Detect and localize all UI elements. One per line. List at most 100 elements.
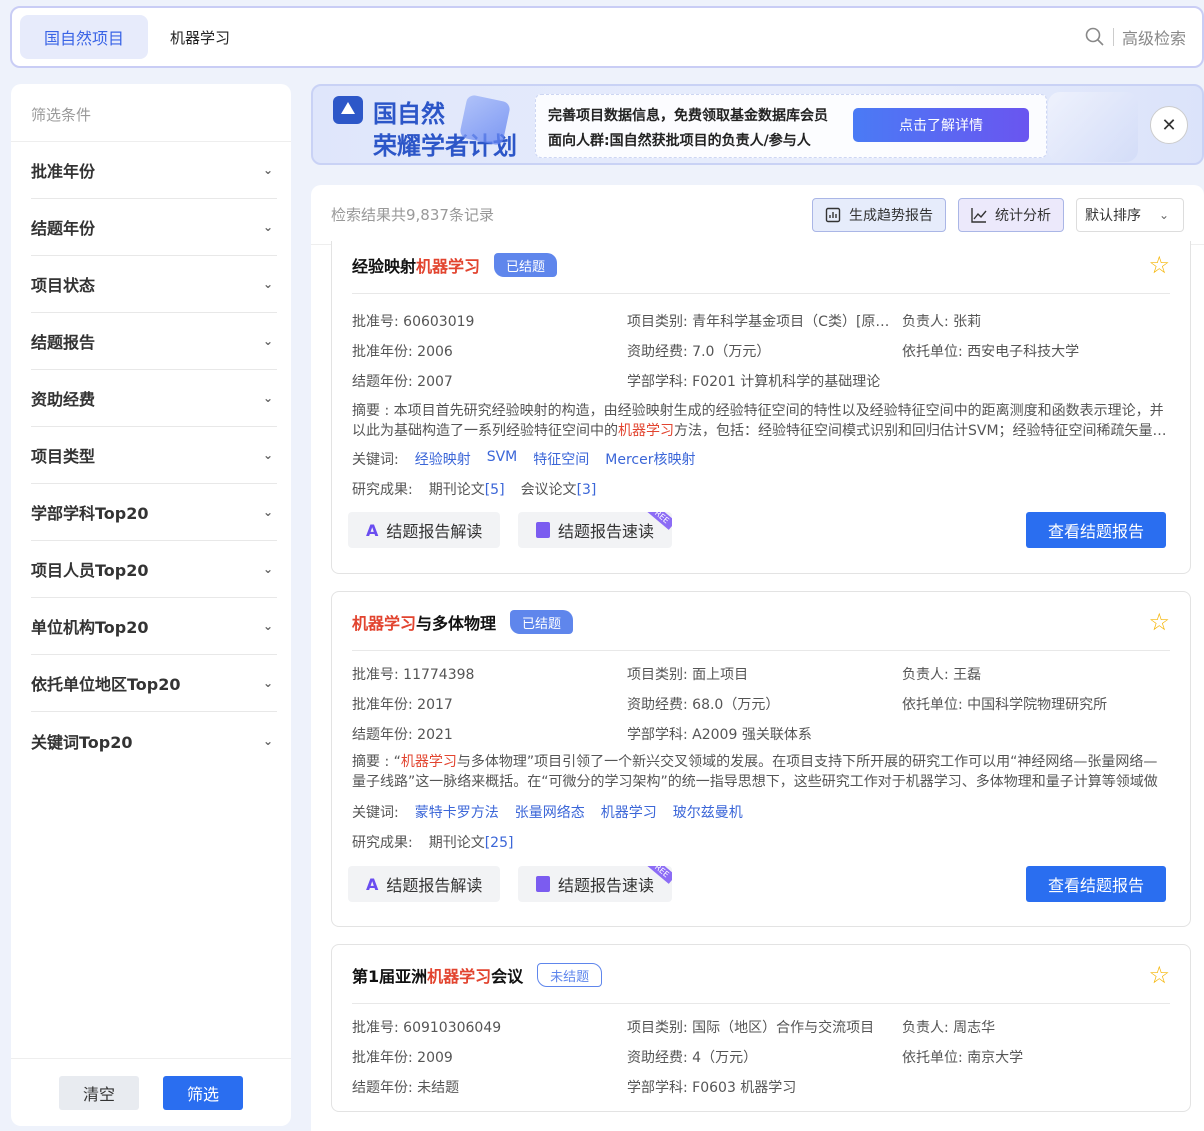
close-icon[interactable]: ✕: [1150, 106, 1188, 144]
search-icon[interactable]: [1085, 27, 1105, 47]
project-title[interactable]: 第1届亚洲机器学习会议: [352, 963, 523, 987]
chevron-down-icon: ⌄: [262, 334, 273, 348]
project-card: 机器学习与多体物理 已结题 ☆ 批准号: 11774398 项目类别: 面上项目…: [331, 591, 1191, 927]
filter-people-top20[interactable]: 项目人员Top20 ⌄: [31, 541, 277, 598]
ai-icon: A: [366, 520, 379, 540]
filter-keyword-top20[interactable]: 关键词Top20 ⌄: [31, 712, 277, 769]
sort-select[interactable]: 默认排序 ⌄: [1076, 197, 1184, 232]
subject: 学部学科: F0603 机器学习: [627, 1080, 797, 1096]
filter-sidebar: 筛选条件 批准年份 ⌄ 结题年份 ⌄ 项目状态 ⌄ 结题报告 ⌄ 资助经费 ⌄ 项目类型 ⌄…: [11, 84, 291, 1126]
results-count: 检索结果共9,837条记录: [331, 206, 494, 224]
filter-final-report[interactable]: 结题报告 ⌄: [31, 313, 277, 370]
search-input[interactable]: [170, 28, 1085, 46]
filter-end-year[interactable]: 结题年份 ⌄: [31, 199, 277, 256]
project-title[interactable]: 机器学习与多体物理: [352, 610, 496, 634]
nsfc-logo-icon: [333, 96, 363, 124]
keyword-link[interactable]: Mercer核映射: [605, 449, 695, 469]
chevron-down-icon: ⌄: [262, 619, 273, 633]
chevron-down-icon: ⌄: [262, 277, 273, 291]
filter-funding[interactable]: 资助经费 ⌄: [31, 370, 277, 427]
star-icon[interactable]: ☆: [1148, 961, 1170, 989]
clear-button[interactable]: 清空: [59, 1075, 139, 1110]
keywords-row: 关键词: 蒙特卡罗方法 张量网络态 机器学习 玻尔兹曼机: [352, 802, 743, 822]
filter-approval-year[interactable]: 批准年份 ⌄: [31, 142, 277, 199]
project-title[interactable]: 经验映射机器学习: [352, 253, 480, 277]
report-icon: [825, 207, 841, 222]
results-panel: 检索结果共9,837条记录 生成趋势报告 统计分析 默认排序 ⌄ 经验映射机器学…: [311, 185, 1204, 1131]
report-quick-read-button[interactable]: 结题报告速读 FREE: [518, 512, 673, 548]
outputs-row: 研究成果: 期刊论文[5] 会议论文[3]: [352, 482, 597, 498]
end-year: 结题年份: 未结题: [352, 1080, 460, 1096]
chevron-down-icon: ⌄: [262, 220, 273, 234]
approval-number: 批准号: 11774398: [352, 667, 475, 683]
chevron-down-icon: ⌄: [1158, 207, 1169, 222]
keyword-link[interactable]: 经验映射: [415, 449, 471, 469]
keyword-link[interactable]: 玻尔兹曼机: [673, 802, 743, 822]
banner-detail-button[interactable]: 点击了解详情: [853, 108, 1029, 142]
statistics-button[interactable]: 统计分析: [958, 197, 1064, 232]
card-divider: [352, 293, 1170, 294]
filter-project-status[interactable]: 项目状态 ⌄: [31, 256, 277, 313]
approval-number: 批准号: 60603019: [352, 314, 475, 330]
banner-line-1: 完善项目数据信息，免费领取基金数据库会员: [548, 108, 828, 124]
report-interpret-button[interactable]: A 结题报告解读: [348, 866, 501, 902]
project-leader: 负责人: 周志华: [902, 1020, 996, 1036]
end-year: 结题年份: 2021: [352, 727, 453, 743]
funding: 资助经费: 4（万元）: [627, 1050, 758, 1066]
ai-icon: A: [366, 874, 379, 894]
card-divider: [352, 1003, 1170, 1004]
subject: 学部学科: F0201 计算机科学的基础理论: [627, 374, 881, 390]
output-count-link[interactable]: [25]: [485, 835, 514, 851]
output-count-link[interactable]: [5]: [485, 482, 505, 498]
report-quick-read-button[interactable]: 结题报告速读 FREE: [518, 866, 673, 902]
view-report-button[interactable]: 查看结题报告: [1026, 512, 1166, 548]
apply-filter-button[interactable]: 筛选: [163, 1075, 243, 1110]
approval-year: 批准年份: 2017: [352, 697, 453, 713]
chevron-down-icon: ⌄: [262, 448, 273, 462]
filter-list: 批准年份 ⌄ 结题年份 ⌄ 项目状态 ⌄ 结题报告 ⌄ 资助经费 ⌄ 项目类型 ⌄ 学部学科…: [11, 142, 291, 769]
chevron-down-icon: ⌄: [262, 163, 273, 177]
banner-decoration: [1048, 92, 1138, 162]
report-interpret-button[interactable]: A 结题报告解读: [348, 512, 501, 548]
tab-nsfc-projects[interactable]: 国自然项目: [20, 15, 149, 59]
chevron-down-icon: ⌄: [262, 562, 273, 576]
star-icon[interactable]: ☆: [1148, 251, 1170, 279]
banner-title: 国自然: [373, 100, 445, 128]
end-year: 结题年份: 2007: [352, 374, 453, 390]
keyword-link[interactable]: 机器学习: [601, 802, 657, 822]
keyword-link[interactable]: 张量网络态: [515, 802, 585, 822]
status-badge: 已结题: [494, 253, 558, 277]
document-icon: [536, 522, 550, 538]
status-badge: 未结题: [537, 963, 603, 987]
keyword-link[interactable]: 蒙特卡罗方法: [415, 802, 499, 822]
filter-project-type[interactable]: 项目类型 ⌄: [31, 427, 277, 484]
star-icon[interactable]: ☆: [1148, 608, 1170, 636]
line-chart-icon: [971, 207, 987, 223]
subject: 学部学科: A2009 强关联体系: [627, 727, 812, 743]
chevron-down-icon: ⌄: [262, 505, 273, 519]
banner-line-2: 面向人群:国自然获批项目的负责人/参与人: [548, 133, 811, 149]
host-unit: 依托单位: 南京大学: [902, 1050, 1024, 1066]
document-icon: [536, 876, 550, 892]
trend-report-button[interactable]: 生成趋势报告: [812, 197, 946, 232]
approval-year: 批准年份: 2009: [352, 1050, 453, 1066]
sidebar-footer: 清空 筛选: [11, 1058, 291, 1126]
filter-institution-top20[interactable]: 单位机构Top20 ⌄: [31, 598, 277, 655]
project-category: 项目类别: 青年科学基金项目（C类）[原…: [627, 314, 890, 330]
filter-subject-top20[interactable]: 学部学科Top20 ⌄: [31, 484, 277, 541]
filter-region-top20[interactable]: 依托单位地区Top20 ⌄: [31, 655, 277, 712]
view-report-button[interactable]: 查看结题报告: [1026, 866, 1166, 902]
chevron-down-icon: ⌄: [262, 391, 273, 405]
approval-number: 批准号: 60910306049: [352, 1020, 502, 1036]
keyword-link[interactable]: SVM: [487, 449, 518, 469]
search-bar: 国自然项目 高级检索: [10, 6, 1204, 68]
banner-illustration-icon: [458, 93, 512, 147]
advanced-search-link[interactable]: 高级检索: [1122, 25, 1186, 49]
chevron-down-icon: ⌄: [262, 733, 273, 748]
keyword-link[interactable]: 特征空间: [533, 449, 589, 469]
status-badge: 已结题: [510, 610, 574, 634]
results-header: 检索结果共9,837条记录 生成趋势报告 统计分析 默认排序 ⌄: [311, 185, 1204, 245]
funding: 资助经费: 7.0（万元）: [627, 344, 771, 360]
promo-banner: 国自然 荣耀学者计划 完善项目数据信息，免费领取基金数据库会员 面向人群:国自然…: [311, 84, 1204, 165]
output-count-link[interactable]: [3]: [577, 482, 597, 498]
